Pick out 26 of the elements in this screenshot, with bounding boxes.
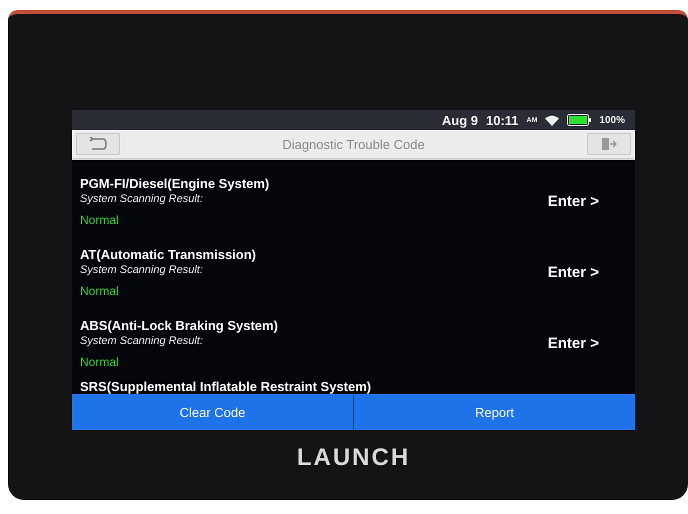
back-arrow-icon (88, 137, 108, 151)
scan-result-label: System Scanning Result: (80, 335, 204, 347)
action-button[interactable]: Report (353, 394, 635, 430)
battery-icon (567, 114, 592, 126)
status-date: Aug 9 (442, 112, 478, 128)
status-time: 10:11 (486, 112, 519, 128)
action-button[interactable]: Clear Code (72, 394, 353, 430)
brand-logo: LAUNCH (296, 444, 410, 472)
enter-link[interactable]: Enter > (548, 335, 599, 352)
system-name: ABS(Anti-Lock Braking System) (80, 318, 279, 333)
scan-result-label: System Scanning Result: (80, 264, 204, 276)
exit-button[interactable] (586, 133, 631, 155)
scan-result-status: Normal (80, 213, 120, 227)
wifi-icon (545, 114, 560, 126)
exit-door-icon (600, 137, 617, 151)
system-name: AT(Automatic Transmission) (80, 247, 258, 262)
back-button[interactable] (76, 133, 120, 155)
enter-link[interactable]: Enter > (548, 264, 599, 281)
window-title: Diagnostic Trouble Code (282, 136, 425, 152)
battery-percent: 100% (599, 114, 625, 126)
scan-result-status: Normal (80, 355, 120, 369)
scan-result-status: Normal (80, 284, 120, 298)
system-name: SRS(Supplemental Inflatable Restraint System) (80, 379, 372, 394)
enter-link[interactable]: Enter > (548, 193, 599, 210)
scan-result-label: System Scanning Result: (80, 193, 204, 205)
system-name: PGM-FI/Diesel(Engine System) (80, 176, 270, 191)
